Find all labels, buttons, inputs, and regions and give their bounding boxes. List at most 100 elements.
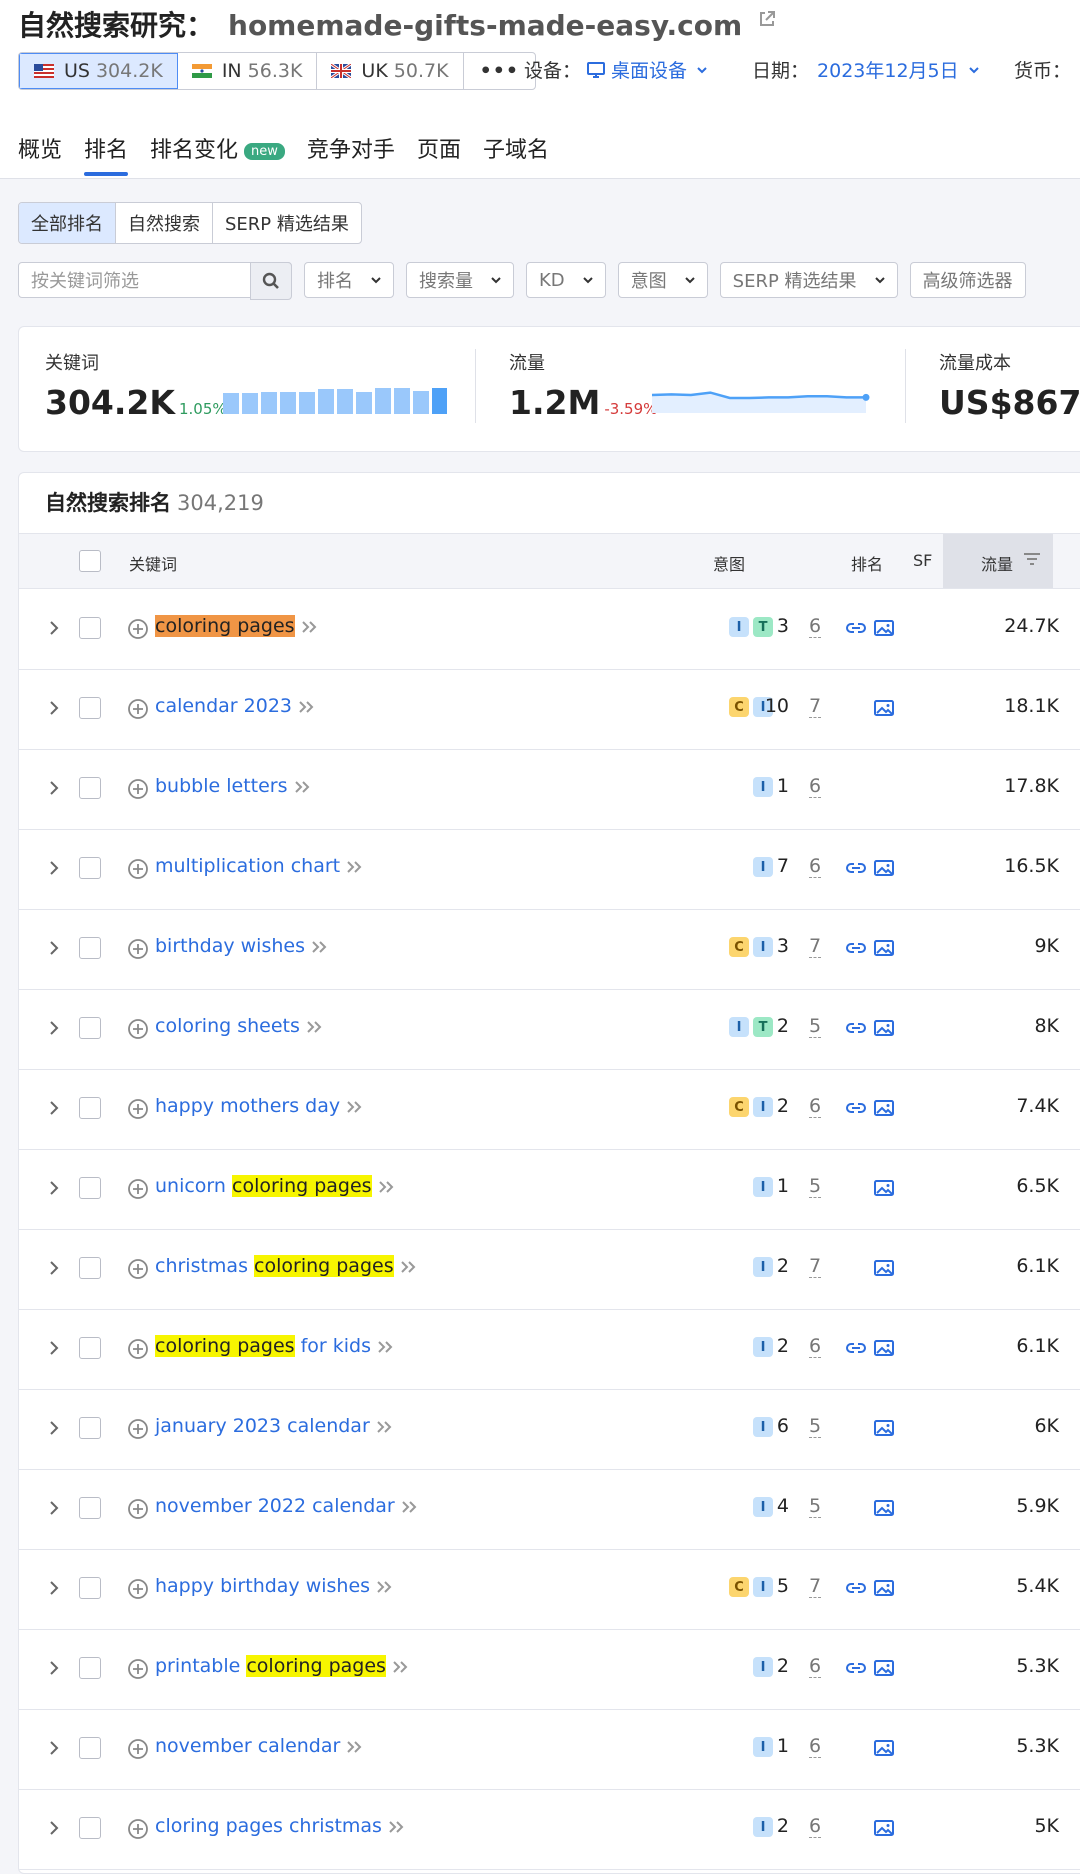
col-intent[interactable]: 意图 bbox=[713, 551, 745, 575]
double-chevron-icon[interactable] bbox=[392, 1660, 410, 1674]
double-chevron-icon[interactable] bbox=[346, 860, 364, 874]
double-chevron-icon[interactable] bbox=[376, 1580, 394, 1594]
expand-chevron-icon[interactable] bbox=[47, 857, 61, 879]
segment-all-positions[interactable]: 全部排名 bbox=[19, 203, 116, 243]
sf-count[interactable]: 6 bbox=[809, 1815, 822, 1838]
expand-chevron-icon[interactable] bbox=[47, 1577, 61, 1599]
domain-link[interactable]: homemade-gifts-made-easy.com bbox=[228, 9, 742, 42]
keyword-link[interactable]: coloring sheets bbox=[155, 1015, 324, 1037]
database-uk[interactable]: UK 50.7K bbox=[317, 53, 464, 89]
expand-chevron-icon[interactable] bbox=[47, 777, 61, 799]
add-keyword-icon[interactable] bbox=[127, 1018, 149, 1040]
expand-chevron-icon[interactable] bbox=[47, 1737, 61, 1759]
double-chevron-icon[interactable] bbox=[301, 620, 319, 634]
serp-features-filter-dropdown[interactable]: SERP 精选结果 bbox=[719, 262, 898, 298]
sf-count[interactable]: 6 bbox=[809, 855, 822, 878]
add-keyword-icon[interactable] bbox=[127, 698, 149, 720]
keyword-filter-input[interactable]: 按关键词筛选 bbox=[18, 262, 292, 300]
double-chevron-icon[interactable] bbox=[400, 1260, 418, 1274]
tab-position-changes[interactable]: 排名变化 new bbox=[150, 132, 285, 176]
expand-chevron-icon[interactable] bbox=[47, 1257, 61, 1279]
tab-overview[interactable]: 概览 bbox=[18, 132, 62, 176]
keyword-link[interactable]: november 2022 calendar bbox=[155, 1495, 419, 1517]
expand-chevron-icon[interactable] bbox=[47, 1417, 61, 1439]
keyword-link[interactable]: happy birthday wishes bbox=[155, 1575, 394, 1597]
add-keyword-icon[interactable] bbox=[127, 1338, 149, 1360]
sf-count[interactable]: 5 bbox=[809, 1495, 822, 1518]
add-keyword-icon[interactable] bbox=[127, 1578, 149, 1600]
double-chevron-icon[interactable] bbox=[376, 1420, 394, 1434]
row-checkbox[interactable] bbox=[79, 1257, 101, 1279]
sf-count[interactable]: 6 bbox=[809, 1095, 822, 1118]
keyword-link[interactable]: january 2023 calendar bbox=[155, 1415, 394, 1437]
add-keyword-icon[interactable] bbox=[127, 1418, 149, 1440]
currency-selector[interactable]: 货币： bbox=[1014, 56, 1071, 83]
sf-count[interactable]: 5 bbox=[809, 1415, 822, 1438]
double-chevron-icon[interactable] bbox=[401, 1500, 419, 1514]
segment-organic[interactable]: 自然搜索 bbox=[116, 203, 213, 243]
expand-chevron-icon[interactable] bbox=[47, 617, 61, 639]
double-chevron-icon[interactable] bbox=[378, 1180, 396, 1194]
double-chevron-icon[interactable] bbox=[306, 1020, 324, 1034]
keyword-link[interactable]: multiplication chart bbox=[155, 855, 364, 877]
add-keyword-icon[interactable] bbox=[127, 1258, 149, 1280]
expand-chevron-icon[interactable] bbox=[47, 1657, 61, 1679]
database-us[interactable]: US 304.2K bbox=[19, 53, 178, 89]
add-keyword-icon[interactable] bbox=[127, 1658, 149, 1680]
sf-count[interactable]: 7 bbox=[809, 1575, 822, 1598]
add-keyword-icon[interactable] bbox=[127, 858, 149, 880]
keyword-link[interactable]: happy mothers day bbox=[155, 1095, 364, 1117]
tab-competitors[interactable]: 竞争对手 bbox=[307, 132, 395, 176]
row-checkbox[interactable] bbox=[79, 617, 101, 639]
add-keyword-icon[interactable] bbox=[127, 778, 149, 800]
col-sf[interactable]: SF bbox=[913, 551, 932, 570]
kd-filter-dropdown[interactable]: KD bbox=[526, 262, 606, 298]
keyword-link[interactable]: coloring pages for kids bbox=[155, 1335, 395, 1357]
select-all-checkbox[interactable] bbox=[79, 550, 101, 572]
volume-filter-dropdown[interactable]: 搜索量 bbox=[406, 262, 514, 298]
keyword-link[interactable]: birthday wishes bbox=[155, 935, 329, 957]
sf-count[interactable]: 7 bbox=[809, 695, 822, 718]
external-link-icon[interactable] bbox=[758, 10, 776, 28]
row-checkbox[interactable] bbox=[79, 1657, 101, 1679]
add-keyword-icon[interactable] bbox=[127, 618, 149, 640]
add-keyword-icon[interactable] bbox=[127, 1818, 149, 1840]
position-filter-dropdown[interactable]: 排名 bbox=[304, 262, 394, 298]
sf-count[interactable]: 7 bbox=[809, 935, 822, 958]
keyword-link[interactable]: coloring pages bbox=[155, 615, 319, 637]
tab-positions[interactable]: 排名 bbox=[84, 132, 129, 176]
row-checkbox[interactable] bbox=[79, 857, 101, 879]
row-checkbox[interactable] bbox=[79, 1177, 101, 1199]
keyword-link[interactable]: unicorn coloring pages bbox=[155, 1175, 396, 1197]
double-chevron-icon[interactable] bbox=[311, 940, 329, 954]
sf-count[interactable]: 5 bbox=[809, 1015, 822, 1038]
row-checkbox[interactable] bbox=[79, 1337, 101, 1359]
expand-chevron-icon[interactable] bbox=[47, 697, 61, 719]
double-chevron-icon[interactable] bbox=[346, 1100, 364, 1114]
double-chevron-icon[interactable] bbox=[346, 1740, 364, 1754]
add-keyword-icon[interactable] bbox=[127, 1738, 149, 1760]
sf-count[interactable]: 5 bbox=[809, 1175, 822, 1198]
keyword-link[interactable]: printable coloring pages bbox=[155, 1655, 410, 1677]
sf-count[interactable]: 6 bbox=[809, 1735, 822, 1758]
sf-count[interactable]: 6 bbox=[809, 775, 822, 798]
tab-pages[interactable]: 页面 bbox=[417, 132, 461, 176]
search-button[interactable] bbox=[250, 262, 292, 300]
keyword-link[interactable]: cloring pages christmas bbox=[155, 1815, 406, 1837]
row-checkbox[interactable] bbox=[79, 1737, 101, 1759]
col-rank[interactable]: 排名 bbox=[851, 551, 883, 575]
segment-serp-features[interactable]: SERP 精选结果 bbox=[213, 203, 361, 243]
row-checkbox[interactable] bbox=[79, 937, 101, 959]
keyword-link[interactable]: christmas coloring pages bbox=[155, 1255, 418, 1277]
keyword-link[interactable]: bubble letters bbox=[155, 775, 312, 797]
sf-count[interactable]: 7 bbox=[809, 1255, 822, 1278]
double-chevron-icon[interactable] bbox=[377, 1340, 395, 1354]
advanced-filters-button[interactable]: 高级筛选器 bbox=[909, 262, 1026, 298]
tab-subdomains[interactable]: 子域名 bbox=[483, 132, 549, 176]
row-checkbox[interactable] bbox=[79, 1577, 101, 1599]
intent-filter-dropdown[interactable]: 意图 bbox=[617, 262, 708, 298]
row-checkbox[interactable] bbox=[79, 1417, 101, 1439]
date-selector[interactable]: 日期： 2023年12月5日 bbox=[752, 56, 979, 83]
sf-count[interactable]: 6 bbox=[809, 1335, 822, 1358]
col-traffic[interactable]: 流量 bbox=[981, 551, 1013, 575]
